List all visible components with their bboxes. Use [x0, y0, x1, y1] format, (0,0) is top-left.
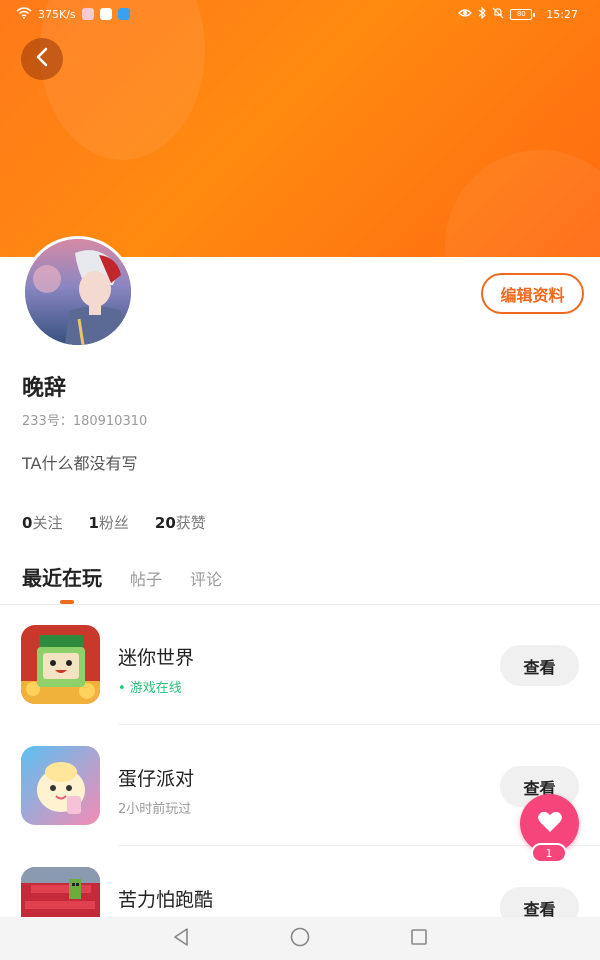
nav-home-circle-icon[interactable]: [290, 927, 310, 951]
eggy-party-game-icon: [21, 746, 100, 825]
status-bar: 375K/s 80 15:27: [0, 0, 600, 28]
profile-stats: 0关注 1粉丝 20获赞: [22, 512, 206, 533]
edit-profile-button[interactable]: 编辑资料: [481, 273, 584, 314]
bluetooth-icon: [478, 6, 487, 22]
game-list-item[interactable]: 迷你世界 • 游戏在线 查看: [0, 605, 600, 725]
status-time: 15:27: [546, 7, 578, 21]
game-name: 苦力怕跑酷: [118, 889, 214, 911]
mini-world-game-icon: [21, 625, 100, 704]
fans-count: 1: [88, 514, 99, 532]
game-online-status: • 游戏在线: [118, 681, 182, 696]
heart-icon: [537, 810, 563, 838]
tab-comments[interactable]: 评论: [190, 566, 222, 590]
fans-stat[interactable]: 1粉丝: [88, 512, 128, 533]
username: 晚辞: [22, 376, 67, 401]
row-divider: [118, 724, 600, 725]
header-decoration: [445, 150, 600, 257]
back-button[interactable]: [21, 38, 63, 80]
eye-icon: [458, 8, 473, 21]
following-count: 0: [22, 514, 33, 532]
notification-app-icon: [117, 8, 130, 20]
following-label: 关注: [32, 514, 63, 532]
profile-tabs: 最近在玩 帖子 评论: [22, 562, 222, 591]
mute-bell-icon: [492, 7, 504, 22]
game-last-played: 2小时前玩过: [118, 802, 192, 817]
user-bio: TA什么都没有写: [22, 454, 138, 473]
game-name: 蛋仔派对: [118, 768, 195, 790]
row-divider: [118, 845, 600, 846]
battery-icon: 80: [510, 8, 536, 20]
game-name: 迷你世界: [118, 647, 195, 669]
wechat-icon: [99, 8, 112, 20]
tab-recently-played[interactable]: 最近在玩: [22, 562, 102, 591]
nav-back-triangle-icon[interactable]: [172, 927, 190, 951]
fans-label: 粉丝: [98, 514, 129, 532]
following-stat[interactable]: 0关注: [22, 512, 62, 533]
network-speed: 375K/s: [38, 7, 76, 21]
wifi-icon: [16, 6, 32, 22]
view-game-button[interactable]: 查看: [500, 645, 579, 686]
likes-label: 获赞: [175, 514, 206, 532]
likes-count: 20: [154, 514, 176, 532]
system-navigation-bar: [0, 917, 600, 960]
avatar[interactable]: [22, 236, 134, 348]
tab-posts[interactable]: 帖子: [130, 566, 162, 590]
user-id: 233号：180910310: [22, 414, 148, 429]
game-list-item[interactable]: 蛋仔派对 2小时前玩过 查看: [0, 726, 600, 846]
chevron-left-icon: [35, 47, 49, 71]
notification-app-icon: [81, 8, 94, 20]
nav-recents-square-icon[interactable]: [410, 928, 428, 950]
profile-header-background: [0, 0, 600, 257]
likes-stat[interactable]: 20获赞: [155, 512, 206, 533]
favorite-count-badge: 1: [531, 843, 567, 863]
